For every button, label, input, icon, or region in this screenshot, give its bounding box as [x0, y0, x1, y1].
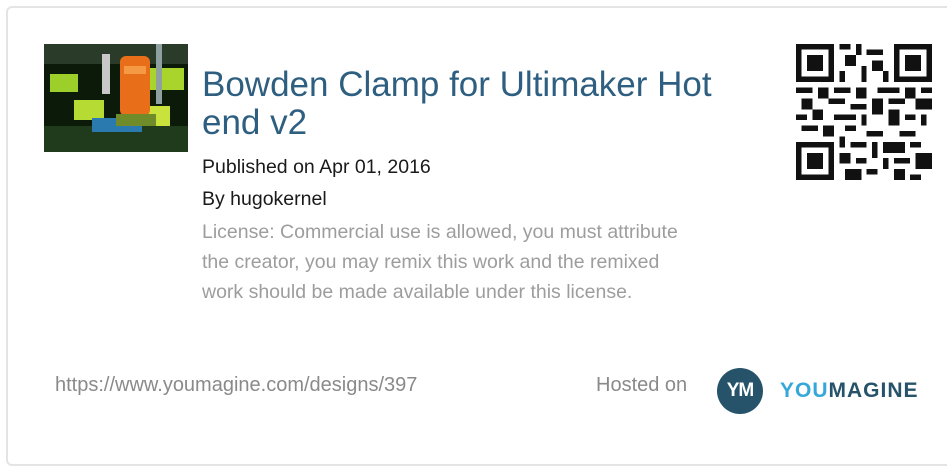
license-text: License: Commercial use is allowed, you …	[202, 221, 678, 303]
design-title[interactable]: Bowden Clamp for Ultimaker Hot end v2	[202, 66, 722, 142]
author-name: By hugokernel	[202, 188, 327, 210]
design-thumbnail[interactable]	[44, 44, 188, 152]
youmagine-logo-icon[interactable]: YM	[717, 368, 763, 414]
qr-code-icon	[796, 44, 932, 180]
published-date: Published on Apr 01, 2016	[202, 156, 431, 178]
brand-part-magine: MAGINE	[828, 379, 919, 402]
thumbnail-image	[44, 44, 188, 152]
design-card: Bowden Clamp for Ultimaker Hot end v2 Pu…	[6, 6, 947, 466]
hosted-on-label: Hosted on	[596, 374, 688, 396]
youmagine-wordmark[interactable]: YOUMAGINE	[780, 379, 919, 403]
design-url[interactable]: https://www.youmagine.com/designs/397	[55, 374, 417, 397]
brand-part-you: YOU	[780, 379, 829, 402]
